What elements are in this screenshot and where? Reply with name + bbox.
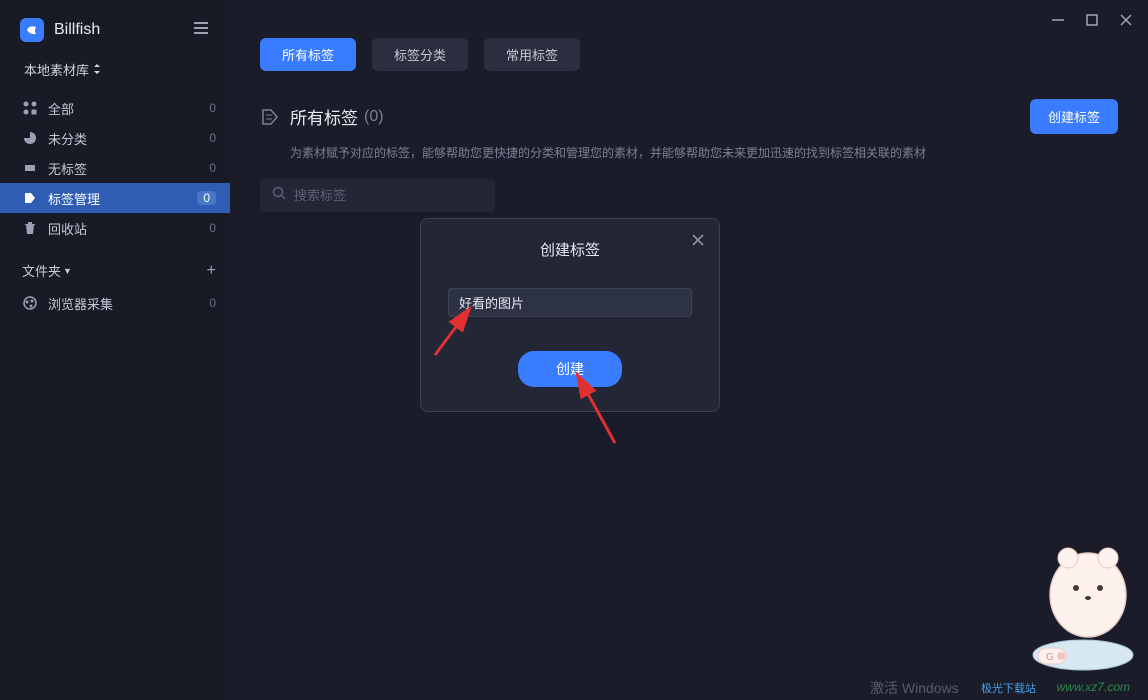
chevron-down-icon: ▼ bbox=[63, 266, 72, 276]
page-description: 为素材赋予对应的标签，能够帮助您更快捷的分类和管理您的素材，并能够帮助您未来更加… bbox=[290, 144, 1118, 161]
pie-icon bbox=[22, 130, 38, 146]
tab-tag-categories[interactable]: 标签分类 bbox=[372, 38, 468, 71]
close-button[interactable] bbox=[1118, 12, 1134, 28]
tag-off-icon bbox=[22, 160, 38, 176]
sidebar-item-count: 0 bbox=[197, 191, 216, 205]
tag-name-input[interactable] bbox=[448, 288, 692, 317]
sidebar-item-trash[interactable]: 回收站 0 bbox=[0, 213, 230, 243]
sidebar-item-label: 标签管理 bbox=[48, 189, 100, 208]
sidebar-item-count: 0 bbox=[209, 221, 216, 235]
menu-toggle-icon[interactable] bbox=[192, 21, 210, 40]
trash-icon bbox=[22, 220, 38, 236]
page-count: (0) bbox=[364, 108, 384, 126]
sidebar-item-label: 回收站 bbox=[48, 219, 87, 238]
sidebar-item-label: 浏览器采集 bbox=[48, 294, 113, 313]
folder-section-label: 文件夹 bbox=[22, 261, 61, 280]
sidebar-item-uncategorized[interactable]: 未分类 0 bbox=[0, 123, 230, 153]
sidebar-item-label: 无标签 bbox=[48, 159, 87, 178]
activate-windows-text: 激活 Windows bbox=[870, 678, 959, 698]
sidebar-item-browser-collect[interactable]: 浏览器采集 0 bbox=[0, 288, 230, 318]
library-dropdown-icon bbox=[93, 62, 101, 77]
grid-icon bbox=[22, 100, 38, 116]
svg-text:G: G bbox=[1046, 652, 1054, 663]
sidebar-item-count: 0 bbox=[209, 101, 216, 115]
sidebar-item-no-tag[interactable]: 无标签 0 bbox=[0, 153, 230, 183]
minimize-button[interactable] bbox=[1050, 12, 1066, 28]
modal-title: 创建标签 bbox=[445, 239, 695, 260]
folder-section-header[interactable]: 文件夹 ▼ + bbox=[0, 243, 230, 288]
create-tag-modal: 创建标签 创建 bbox=[420, 218, 720, 412]
search-icon bbox=[272, 186, 286, 205]
sidebar-item-tag-manage[interactable]: 标签管理 0 bbox=[0, 183, 230, 213]
modal-close-button[interactable] bbox=[691, 233, 705, 252]
mascot-image: G bbox=[1008, 540, 1138, 680]
add-folder-icon[interactable]: + bbox=[207, 262, 216, 280]
modal-submit-button[interactable]: 创建 bbox=[518, 351, 622, 387]
tag-icon bbox=[22, 190, 38, 206]
maximize-button[interactable] bbox=[1084, 12, 1100, 28]
library-label: 本地素材库 bbox=[24, 60, 89, 79]
sidebar-item-all[interactable]: 全部 0 bbox=[0, 93, 230, 123]
library-selector[interactable]: 本地素材库 bbox=[0, 52, 230, 93]
sidebar-item-count: 0 bbox=[209, 161, 216, 175]
page-title: 所有标签 bbox=[290, 104, 358, 129]
sidebar-item-count: 0 bbox=[209, 131, 216, 145]
globe-icon bbox=[22, 295, 38, 311]
sidebar-item-label: 全部 bbox=[48, 99, 74, 118]
sidebar: Billfish 本地素材库 全部 0 未分类 0 无标签 0 bbox=[0, 0, 230, 700]
tag-page-icon bbox=[260, 107, 280, 127]
watermark-name: 极光下载站 bbox=[981, 680, 1036, 696]
brand: Billfish bbox=[0, 14, 230, 52]
app-name: Billfish bbox=[54, 21, 100, 39]
watermark-url: www.xz7.com bbox=[1057, 680, 1130, 694]
sidebar-item-label: 未分类 bbox=[48, 129, 87, 148]
page-header: 所有标签 (0) 创建标签 bbox=[260, 99, 1118, 134]
tabs: 所有标签 标签分类 常用标签 bbox=[260, 38, 1118, 71]
tab-common-tags[interactable]: 常用标签 bbox=[484, 38, 580, 71]
app-logo-icon bbox=[20, 18, 44, 42]
create-tag-button[interactable]: 创建标签 bbox=[1030, 99, 1118, 134]
search-box[interactable] bbox=[260, 179, 495, 212]
search-input[interactable] bbox=[294, 188, 483, 203]
tab-all-tags[interactable]: 所有标签 bbox=[260, 38, 356, 71]
sidebar-item-count: 0 bbox=[209, 296, 216, 310]
